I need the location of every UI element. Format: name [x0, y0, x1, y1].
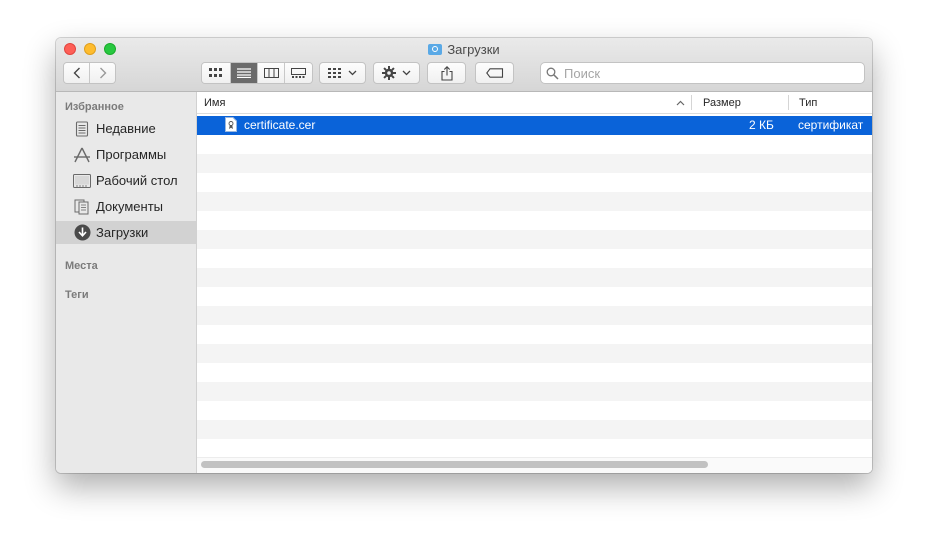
certificate-file-icon: [225, 117, 237, 137]
chevron-down-icon: [348, 70, 357, 76]
column-separator[interactable]: [691, 95, 692, 110]
back-button[interactable]: [64, 63, 90, 83]
column-view-button[interactable]: [258, 63, 285, 83]
icon-view-button[interactable]: [202, 63, 231, 83]
empty-row: [197, 382, 872, 401]
empty-row: [197, 135, 872, 154]
column-separator[interactable]: [788, 95, 789, 110]
empty-row: [197, 211, 872, 230]
sidebar-item-recents[interactable]: Недавние: [56, 117, 196, 140]
forward-button[interactable]: [90, 63, 115, 83]
icon-grid-icon: [209, 68, 222, 77]
sidebar-item-downloads[interactable]: Загрузки: [56, 221, 196, 244]
empty-row: [197, 173, 872, 192]
empty-row: [197, 268, 872, 287]
share-button[interactable]: [427, 62, 466, 84]
horizontal-scrollbar[interactable]: [201, 461, 708, 468]
empty-row: [197, 401, 872, 420]
tag-icon: [485, 68, 503, 78]
search-placeholder: Поиск: [564, 66, 601, 81]
sidebar-item-applications[interactable]: Программы: [56, 143, 196, 166]
empty-row: [197, 230, 872, 249]
chevron-right-icon: [99, 67, 106, 79]
sidebar-item-label: Недавние: [96, 121, 156, 136]
sidebar-item-label: Документы: [96, 199, 164, 214]
sidebar-item-label: Программы: [96, 147, 167, 162]
sidebar-section-places[interactable]: Места: [65, 260, 98, 272]
gear-icon: [382, 66, 396, 80]
empty-row: [197, 249, 872, 268]
empty-row: [197, 420, 872, 439]
file-name: certificate.cer: [244, 118, 316, 132]
file-rows: certificate.cer 2 КБ сертификат: [197, 116, 872, 473]
arrange-grid-icon: [328, 68, 341, 78]
file-kind: сертификат: [798, 118, 864, 132]
file-size: 2 КБ: [749, 118, 774, 132]
list-view-button[interactable]: [231, 63, 258, 83]
empty-row: [197, 325, 872, 344]
file-list: Имя Размер Тип certificate.cer 2 КБ серт…: [197, 92, 872, 473]
finder-window: Загрузки Поиск Избранное Недавние Програ…: [56, 38, 872, 473]
empty-row: [197, 287, 872, 306]
share-icon: [440, 65, 453, 81]
empty-row: [197, 154, 872, 173]
arrange-button[interactable]: [319, 62, 366, 84]
downloads-icon: [73, 224, 91, 242]
column-header-kind[interactable]: Тип: [799, 97, 817, 109]
list-view-icon: [237, 68, 251, 78]
view-mode-control: [201, 62, 313, 84]
documents-icon: [73, 198, 91, 216]
sidebar-section-tags[interactable]: Теги: [65, 289, 89, 301]
recents-icon: [73, 120, 91, 138]
chevron-left-icon: [73, 67, 80, 79]
window-title-text: Загрузки: [447, 42, 500, 57]
window-title: Загрузки: [56, 42, 872, 57]
empty-row: [197, 344, 872, 363]
action-button[interactable]: [373, 62, 420, 84]
chevron-down-icon: [402, 70, 411, 76]
gallery-view-button[interactable]: [285, 63, 312, 83]
sidebar-item-label: Рабочий стол: [96, 173, 178, 188]
column-header-size[interactable]: Размер: [703, 97, 741, 109]
tags-button[interactable]: [475, 62, 514, 84]
empty-row: [197, 192, 872, 211]
desktop-icon: [73, 172, 91, 190]
sidebar-section-favorites: Избранное: [65, 101, 124, 113]
gallery-view-icon: [291, 68, 306, 78]
sidebar-item-desktop[interactable]: Рабочий стол: [56, 169, 196, 192]
sidebar-item-documents[interactable]: Документы: [56, 195, 196, 218]
column-header: Имя Размер Тип: [197, 92, 872, 114]
navigation-buttons: [63, 62, 116, 84]
table-row[interactable]: certificate.cer 2 КБ сертификат: [197, 116, 872, 135]
titlebar: Загрузки Поиск: [56, 38, 872, 92]
applications-icon: [73, 146, 91, 164]
columns-view-icon: [263, 68, 279, 78]
search-icon: [546, 67, 559, 80]
empty-row: [197, 363, 872, 382]
sidebar: Избранное Недавние Программы Рабочий сто…: [56, 92, 197, 473]
search-field[interactable]: Поиск: [540, 62, 865, 84]
sort-ascending-icon: [676, 100, 685, 106]
sidebar-item-label: Загрузки: [96, 225, 149, 240]
downloads-folder-icon: [428, 44, 443, 55]
empty-row: [197, 306, 872, 325]
empty-row: [197, 439, 872, 458]
column-header-name[interactable]: Имя: [204, 97, 225, 109]
